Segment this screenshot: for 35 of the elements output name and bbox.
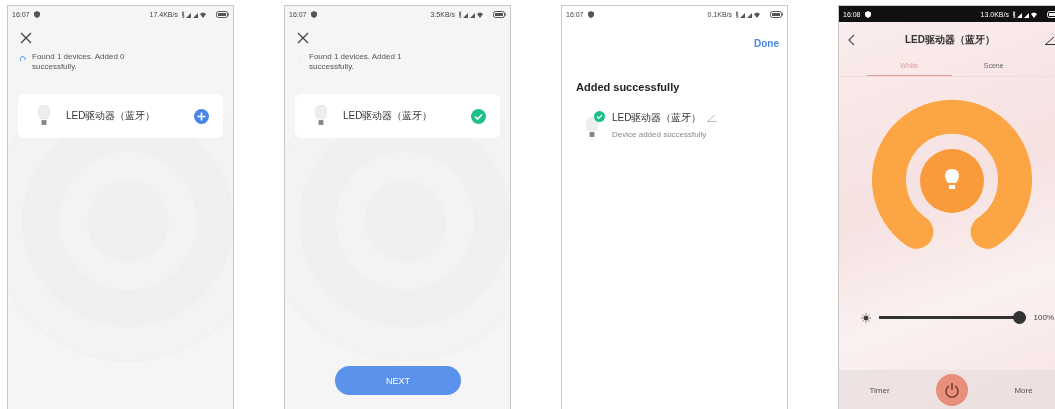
brightness-value: 100% — [1033, 313, 1054, 322]
status-message: Found 1 devices. Added 0 successfully. — [32, 52, 126, 72]
light-bulb-icon — [38, 105, 50, 127]
timer-button[interactable]: Timer — [854, 384, 905, 396]
device-status: Device added successfully — [612, 130, 708, 139]
add-icon[interactable] — [194, 108, 209, 124]
close-icon[interactable] — [297, 32, 309, 44]
shield-icon — [310, 10, 317, 18]
device-name: LED驱动器（蓝牙） — [66, 109, 157, 123]
shield-icon — [864, 10, 871, 18]
power-icon — [943, 382, 960, 398]
power-button[interactable] — [935, 374, 968, 406]
back-icon[interactable] — [847, 34, 855, 46]
battery-icon — [216, 10, 229, 18]
slider-thumb[interactable] — [1012, 311, 1026, 324]
light-bulb-icon — [315, 105, 327, 127]
battery-icon — [1047, 10, 1055, 18]
device-card[interactable]: LED驱动器（蓝牙） — [295, 94, 500, 138]
close-icon[interactable] — [20, 32, 32, 44]
shield-icon — [587, 10, 594, 18]
success-heading: Added successfully — [576, 81, 681, 93]
battery-icon — [493, 10, 506, 18]
shield-icon — [33, 10, 40, 18]
battery-icon — [770, 10, 783, 18]
pencil-icon[interactable] — [1045, 35, 1055, 45]
device-card[interactable]: LED驱动器（蓝牙） — [18, 94, 223, 138]
light-bulb-icon — [586, 117, 598, 139]
device-name: LED驱动器（蓝牙） — [343, 109, 434, 123]
device-name: LED驱动器（蓝牙） — [612, 111, 702, 125]
device-title: LED驱动器（蓝牙） — [904, 33, 996, 47]
check-badge-icon — [594, 111, 605, 122]
more-button[interactable]: More — [998, 384, 1049, 396]
status-message: Found 1 devices. Added 1 successfully. — [309, 52, 403, 72]
done-link[interactable]: Done — [754, 38, 779, 49]
brightness-icon — [861, 312, 871, 323]
